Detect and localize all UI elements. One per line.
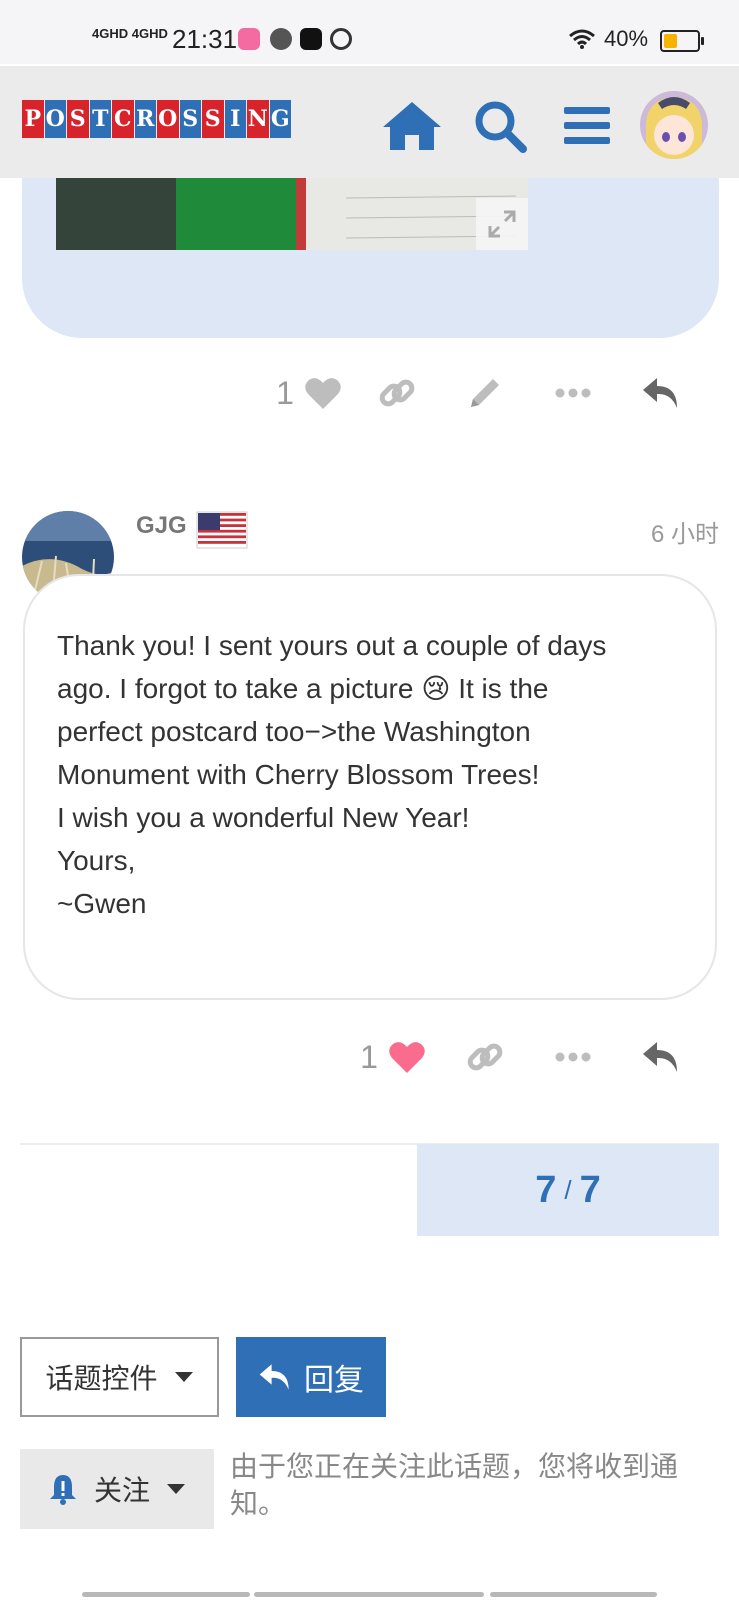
post-content: Thank you! I sent yours out a couple of … [23,574,717,1000]
notification-description: 由于您正在关注此话题，您将收到通知。 [230,1451,679,1519]
post-line: perfect postcard too−>the Washington [57,716,531,747]
post-image[interactable] [56,178,528,250]
nav-bar-segment [254,1592,484,1597]
menu-button[interactable] [555,94,619,158]
post-actions: 1 [345,1027,705,1087]
search-icon [475,101,527,153]
logo-letter: P [22,100,44,138]
music-icon [330,28,352,50]
notification-label: 关注 [93,1475,150,1506]
post-line: I wish you a wonderful New Year! [57,802,470,833]
search-button[interactable] [468,94,532,158]
nav-bar-segment [82,1592,250,1597]
link-icon [467,1043,503,1071]
postcrossing-logo[interactable]: POSTCROSSING [22,100,292,144]
like-button[interactable]: 1 [345,1027,441,1087]
edit-button[interactable] [441,363,529,423]
anime-avatar-icon [640,91,708,159]
logo-letter: T [89,100,111,138]
wifi-icon [569,29,595,49]
crying-face-emoji: 😢 [421,673,451,704]
post-timestamp[interactable]: 6 小时 [651,514,719,549]
post-text: ago. I forgot to take a picture [57,673,414,704]
heart-outline-icon [305,378,341,409]
reply-label: 回复 [304,1364,364,1397]
home-button[interactable] [380,94,444,158]
us-flag-icon [196,511,248,549]
progress-total: 7 [579,1168,601,1211]
caret-down-icon [174,1372,193,1382]
reply-topic-button[interactable]: 回复 [236,1337,386,1417]
battery-percent: 40% [604,26,649,51]
post-line: ~Gwen [57,888,147,919]
logo-letter: C [112,100,134,138]
logo-letter: S [67,100,89,138]
nav-bar-segment [490,1592,657,1597]
reply-button[interactable] [617,1027,705,1087]
app-notification-icon [238,28,260,50]
notification-level-button[interactable]: 关注 [20,1449,214,1529]
expand-icon [488,210,516,238]
reply-button[interactable] [617,363,705,423]
logo-letter: O [44,100,66,138]
caret-down-icon [167,1484,185,1494]
post-line: Yours, [57,845,136,876]
reply-arrow-icon [643,1042,677,1072]
network-indicator: 4GHD 4GHD [92,26,168,41]
post-line: ago. I forgot to take a picture 😢 It is … [57,667,683,710]
tiktok-icon [300,28,322,50]
logo-letter: N [247,100,269,138]
like-count: 1 [276,374,294,411]
topic-progress[interactable]: 7 / 7 [417,1144,719,1236]
postcard-photo [56,178,528,250]
ellipsis-icon [555,388,591,398]
bell-icon [49,1475,76,1505]
logo-letter: R [134,100,156,138]
progress-separator: / [564,1174,572,1205]
like-count: 1 [360,1038,378,1075]
expand-image-button[interactable] [476,198,528,250]
link-icon [379,379,415,407]
battery-icon [660,30,704,52]
progress-current: 7 [535,1168,557,1211]
reply-arrow-icon [643,378,677,408]
logo-letter: S [179,100,201,138]
post-line: Monument with Cherry Blossom Trees! [57,759,540,790]
jovi-icon [270,28,292,50]
post-text: It is the [458,673,549,704]
user-avatar[interactable] [640,91,708,159]
reply-arrow-icon [259,1364,289,1390]
more-actions-button[interactable] [529,1027,617,1087]
share-link-button[interactable] [441,1027,529,1087]
heart-filled-icon [389,1042,425,1073]
logo-letter: G [269,100,291,138]
pencil-icon [471,379,499,407]
topic-controls-label: 话题控件 [45,1363,158,1394]
logo-letter: O [157,100,179,138]
poster-username[interactable]: GJG [136,512,187,540]
more-actions-button[interactable] [529,363,617,423]
logo-letter: S [202,100,224,138]
topic-controls-button[interactable]: 话题控件 [20,1337,219,1417]
home-icon [383,102,441,150]
post-line: Thank you! I sent yours out a couple of … [57,630,607,661]
share-link-button[interactable] [353,363,441,423]
hamburger-menu-icon [564,107,610,144]
clock: 21:31 [172,24,238,54]
ellipsis-icon [555,1052,591,1062]
like-button[interactable]: 1 [265,363,353,423]
site-header: POSTCROSSING [0,66,739,178]
post-actions-previous: 1 [265,363,705,423]
logo-letter: I [224,100,246,138]
